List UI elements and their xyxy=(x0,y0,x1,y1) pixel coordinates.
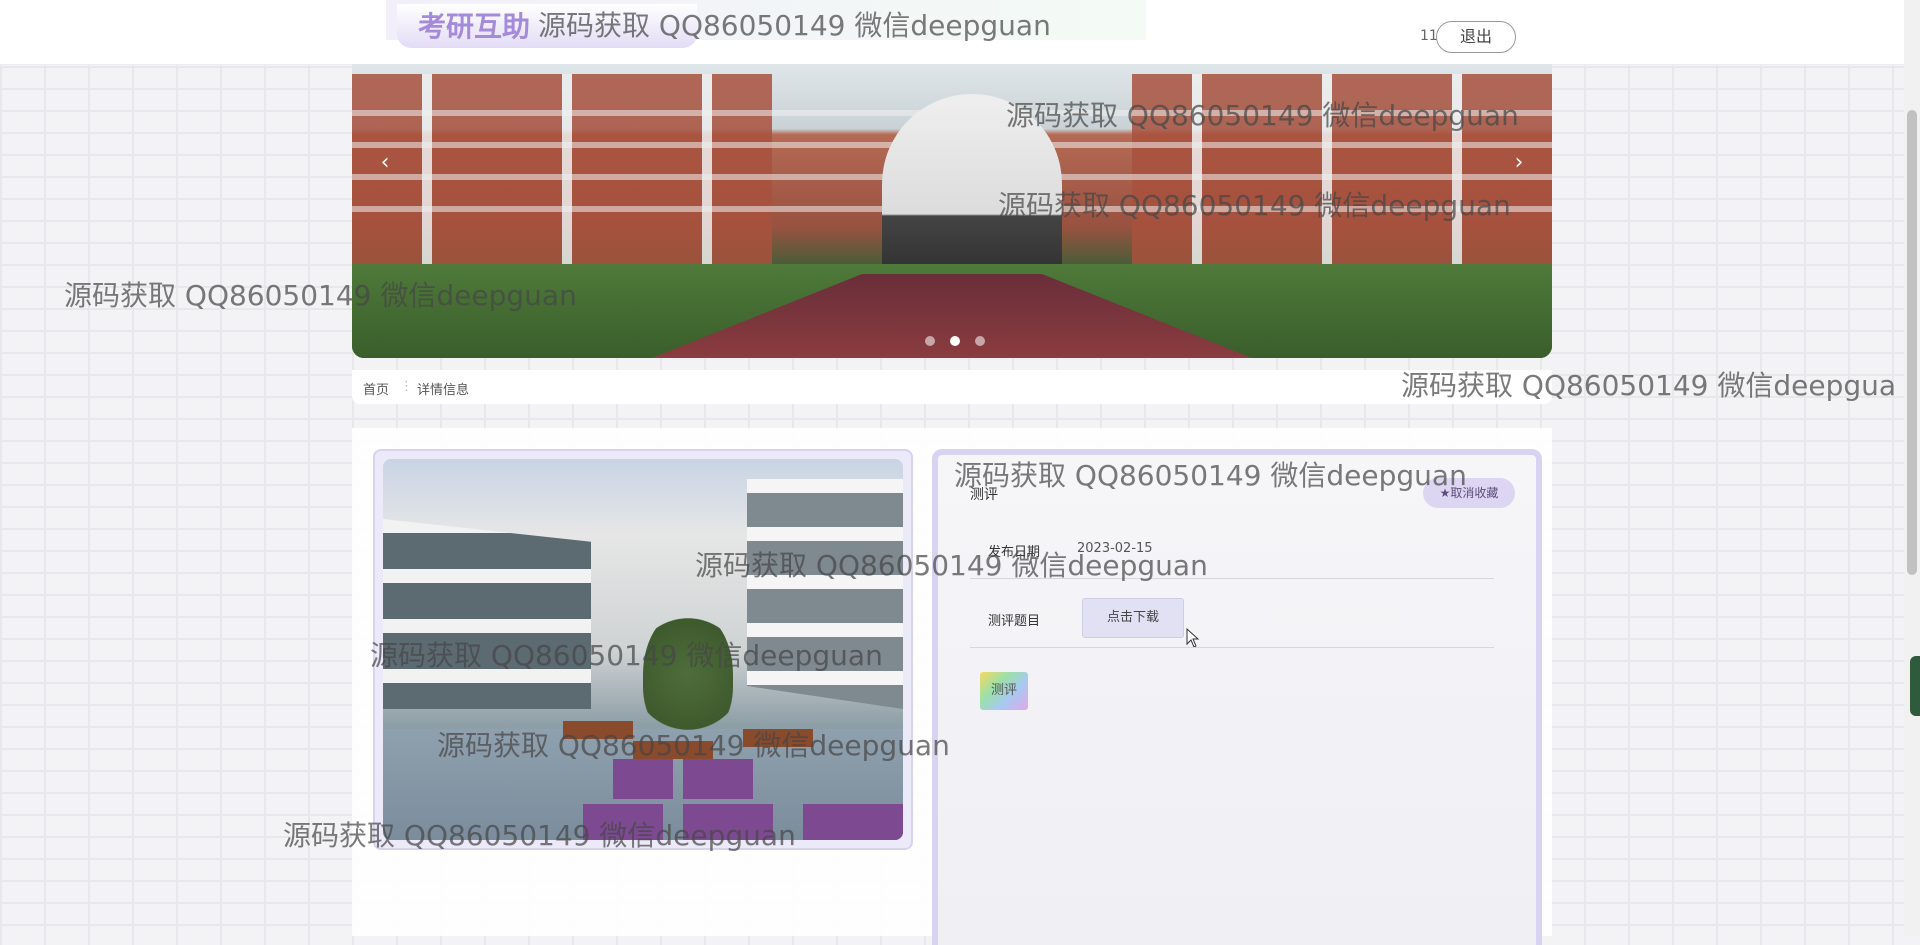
publish-date-label: 发布日期 xyxy=(988,545,1041,560)
image-card xyxy=(373,449,913,850)
detail-image-tree xyxy=(643,609,733,739)
detail-image-tile xyxy=(683,804,773,840)
carousel-next-button[interactable]: › xyxy=(1504,148,1534,178)
detail-image-bench xyxy=(633,741,713,759)
publish-date-value: 2023-02-15 xyxy=(1077,541,1153,556)
detail-image-tile xyxy=(613,759,673,799)
topic-label: 测评题目 xyxy=(988,614,1041,629)
chevron-right-icon: › xyxy=(1514,150,1524,175)
detail-image-tile xyxy=(683,759,753,799)
detail-image-tile xyxy=(583,804,663,840)
detail-image-tile xyxy=(803,804,903,840)
breadcrumb-current: 详情信息 xyxy=(417,383,470,398)
brand-title[interactable]: 考研互助 xyxy=(418,5,530,45)
breadcrumb-separator: ⋮ xyxy=(400,379,413,394)
scrollbar-thumb[interactable] xyxy=(1907,110,1917,575)
unfavorite-button[interactable]: ★取消收藏 xyxy=(1423,478,1515,508)
detail-image-bench xyxy=(743,729,813,747)
row-divider xyxy=(970,578,1494,579)
row-divider xyxy=(970,647,1494,648)
detail-image-bench xyxy=(563,721,633,739)
download-button[interactable]: 点击下载 xyxy=(1082,598,1184,638)
carousel-dot-1[interactable] xyxy=(925,336,935,346)
side-floating-tab[interactable] xyxy=(1910,656,1920,716)
breadcrumb-home-link[interactable]: 首页 xyxy=(363,379,389,398)
chevron-left-icon: ‹ xyxy=(380,150,390,175)
breadcrumb: 首页 ⋮ 详情信息 xyxy=(352,370,1552,404)
mouse-cursor-icon xyxy=(1186,628,1200,648)
carousel-prev-button[interactable]: ‹ xyxy=(370,148,400,178)
carousel-dot-3[interactable] xyxy=(975,336,986,346)
banner-carousel: ‹ › xyxy=(352,64,1552,358)
detail-image xyxy=(383,459,903,840)
carousel-indicators xyxy=(925,331,995,350)
carousel-dot-2[interactable] xyxy=(950,336,961,346)
logout-button[interactable]: 退出 xyxy=(1436,21,1516,53)
detail-title: 测评 xyxy=(970,487,998,503)
evaluate-button[interactable]: 测评 xyxy=(980,672,1028,710)
